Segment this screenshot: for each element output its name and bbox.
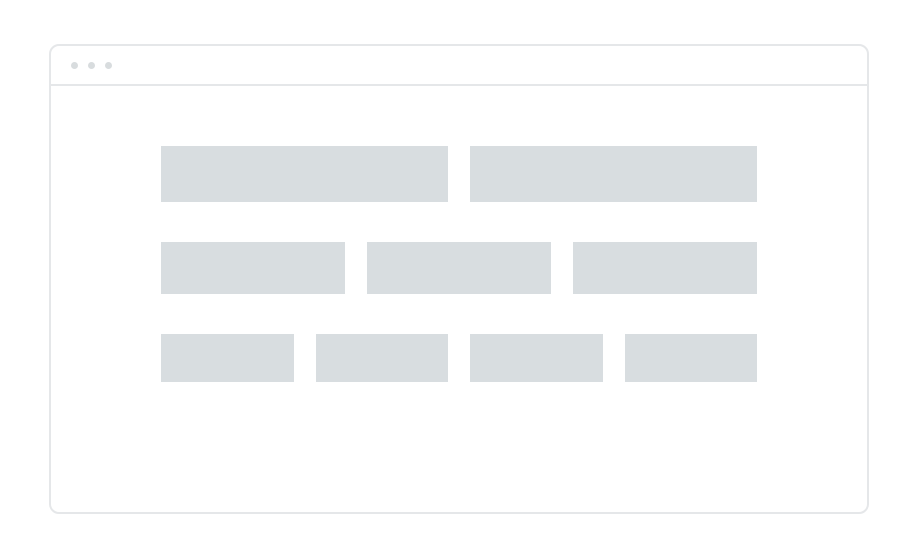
browser-window-wireframe — [49, 44, 869, 514]
browser-titlebar — [51, 46, 867, 86]
window-control-dot — [105, 62, 112, 69]
content-area — [51, 86, 867, 422]
grid-row — [161, 242, 757, 294]
placeholder-block — [573, 242, 757, 294]
placeholder-block — [470, 334, 603, 382]
placeholder-block — [367, 242, 551, 294]
placeholder-block — [161, 146, 448, 202]
placeholder-block — [470, 146, 757, 202]
window-control-dot — [88, 62, 95, 69]
placeholder-block — [161, 242, 345, 294]
placeholder-block — [316, 334, 449, 382]
placeholder-block — [625, 334, 758, 382]
placeholder-block — [161, 334, 294, 382]
window-control-dot — [71, 62, 78, 69]
grid-row — [161, 146, 757, 202]
grid-row — [161, 334, 757, 382]
